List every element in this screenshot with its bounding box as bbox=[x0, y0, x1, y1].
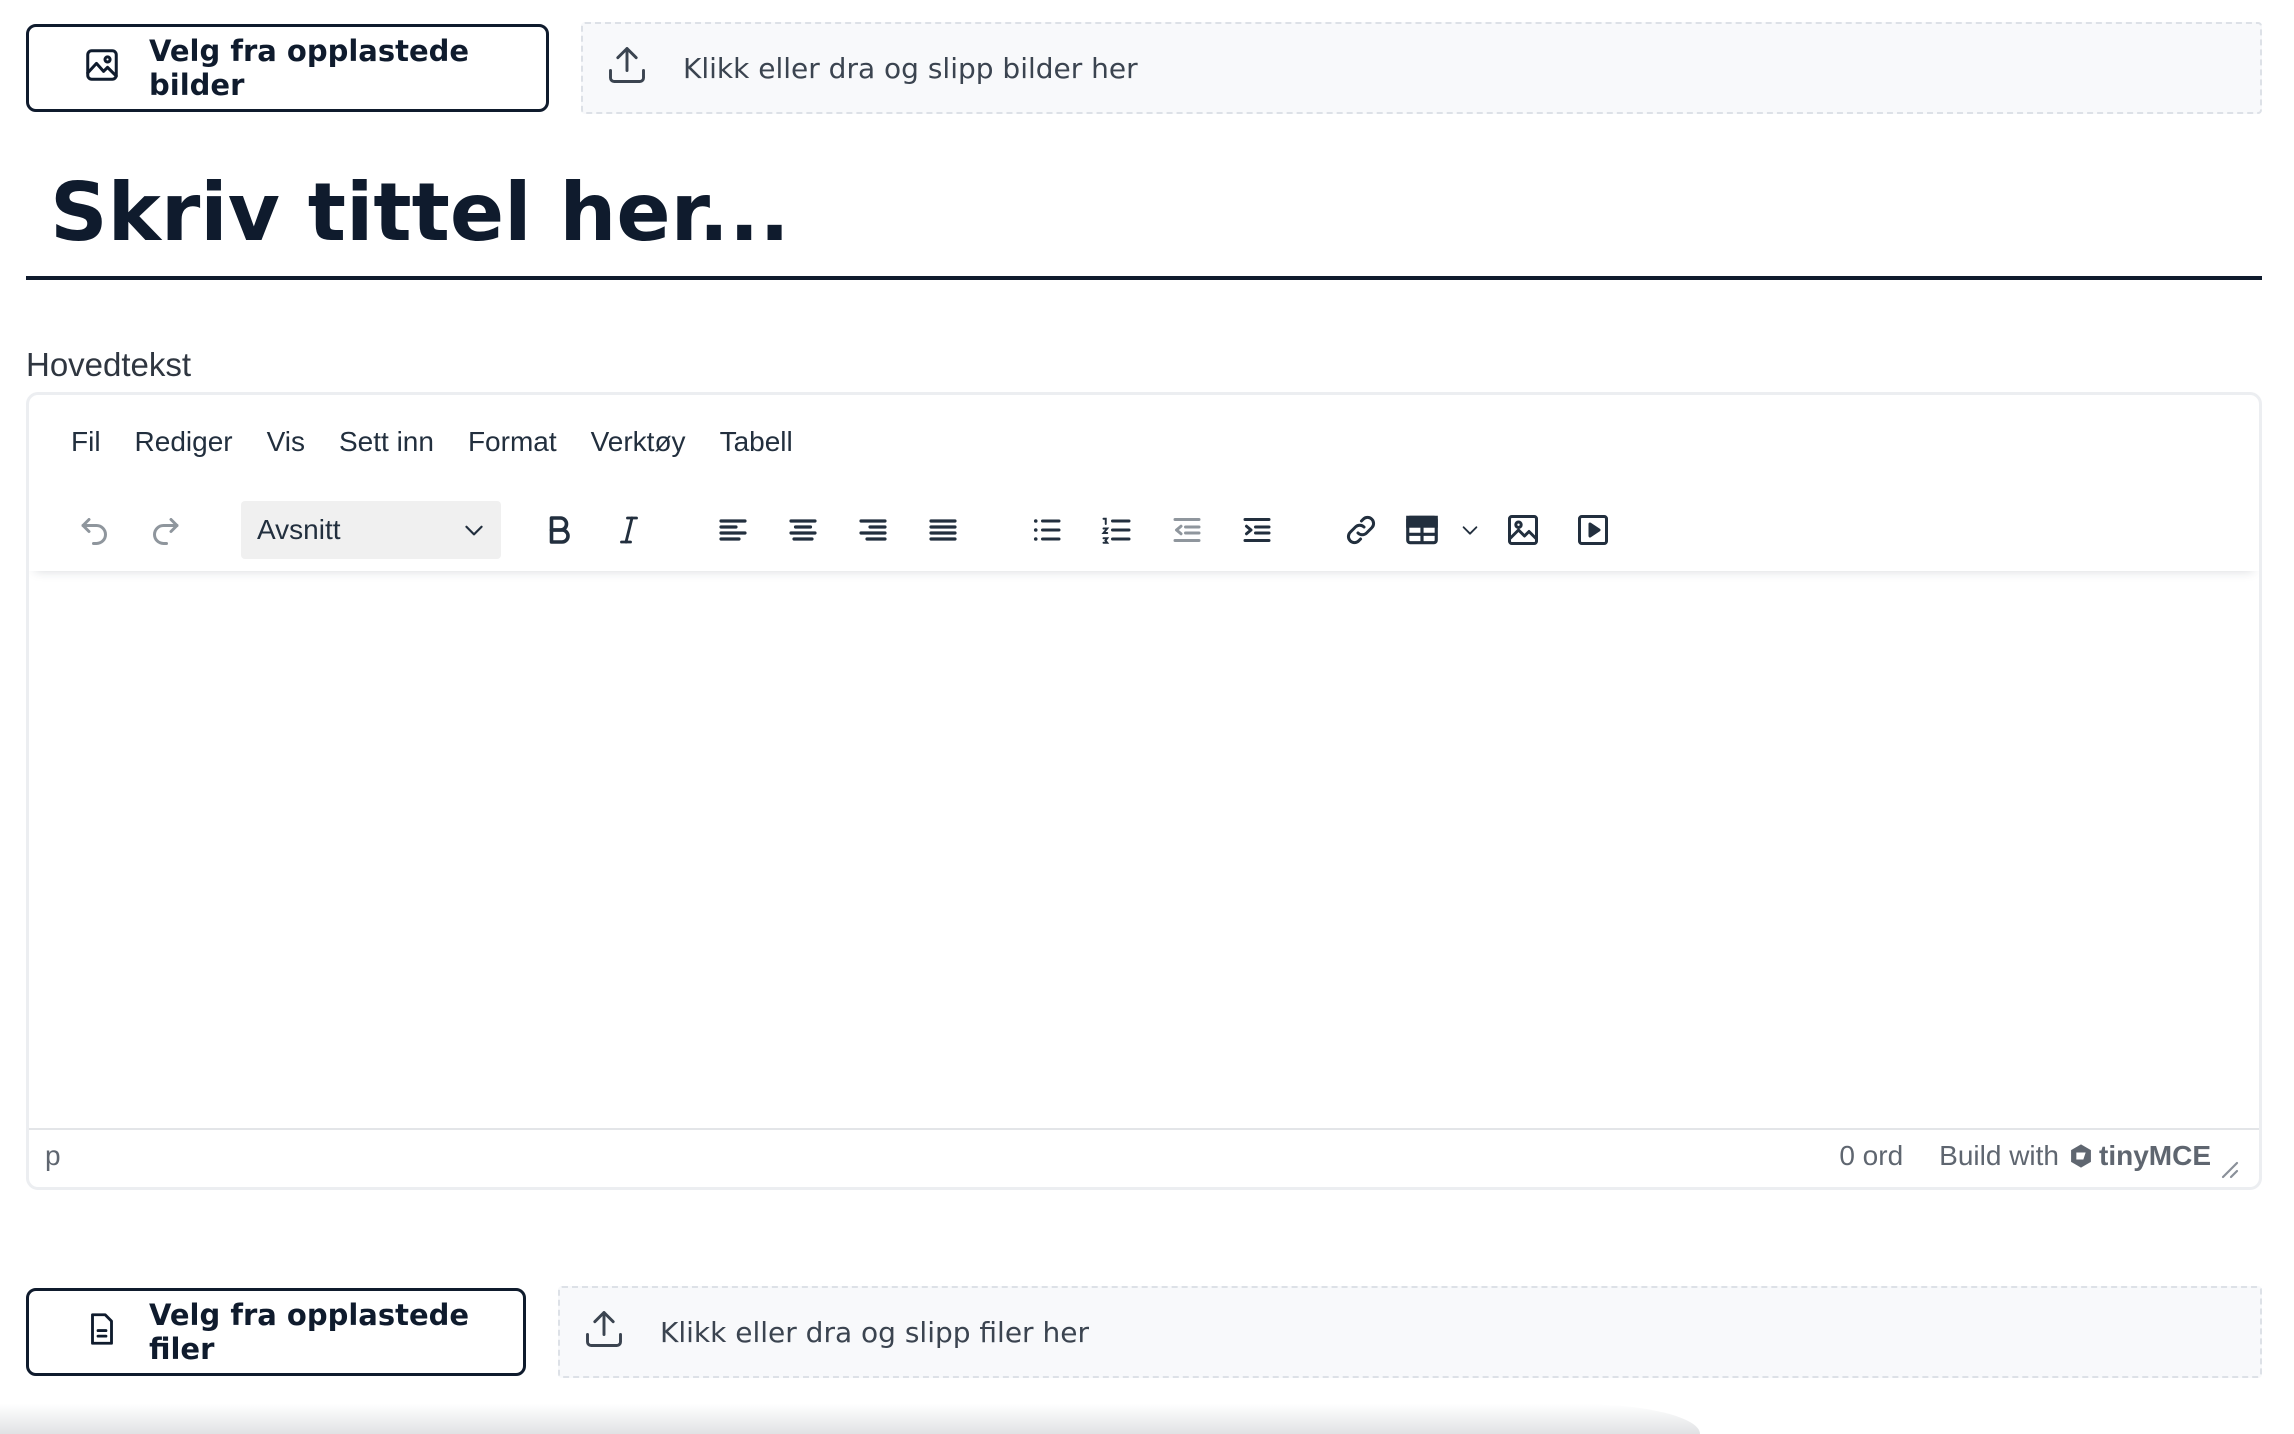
chevron-down-icon bbox=[465, 525, 483, 536]
tinymce-branding-link[interactable]: Build with tinyMCE bbox=[1939, 1140, 2211, 1172]
align-center-button[interactable] bbox=[775, 502, 831, 558]
tinymce-logo-text: tinyMCE bbox=[2099, 1140, 2211, 1171]
indent-button[interactable] bbox=[1229, 502, 1285, 558]
file-dropzone[interactable]: Klikk eller dra og slipp filer her bbox=[558, 1286, 2262, 1378]
insert-link-button[interactable] bbox=[1333, 502, 1389, 558]
word-count[interactable]: 0 ord bbox=[1839, 1140, 1903, 1172]
editor-statusbar: p 0 ord Build with tinyMCE bbox=[29, 1128, 2259, 1182]
outdent-icon bbox=[1173, 518, 1201, 542]
menu-table[interactable]: Tabell bbox=[720, 426, 793, 458]
editor-toolbar: Avsnitt bbox=[29, 489, 2259, 571]
element-path[interactable]: p bbox=[45, 1140, 61, 1172]
align-right-icon bbox=[859, 519, 887, 541]
file-upload-row: Velg fra opplastede filer Klikk eller dr… bbox=[26, 1286, 2262, 1378]
redo-button[interactable] bbox=[137, 502, 193, 558]
italic-button[interactable] bbox=[601, 502, 657, 558]
upload-icon bbox=[605, 43, 649, 94]
align-justify-icon bbox=[929, 519, 957, 541]
insert-table-button[interactable] bbox=[1403, 502, 1481, 558]
numbered-list-button[interactable] bbox=[1089, 502, 1145, 558]
insert-media-button[interactable] bbox=[1565, 502, 1621, 558]
image-dropzone[interactable]: Klikk eller dra og slipp bilder her bbox=[581, 22, 2262, 114]
table-icon bbox=[1403, 511, 1441, 549]
align-left-icon bbox=[719, 519, 747, 541]
insert-image-button[interactable] bbox=[1495, 502, 1551, 558]
align-justify-button[interactable] bbox=[915, 502, 971, 558]
numbered-list-icon bbox=[1101, 517, 1131, 544]
link-icon bbox=[1347, 516, 1375, 544]
image-icon bbox=[1508, 515, 1538, 545]
menu-format[interactable]: Format bbox=[468, 426, 557, 458]
image-icon bbox=[83, 46, 121, 91]
bottom-shadow-decoration bbox=[0, 1404, 1700, 1434]
file-icon bbox=[83, 1310, 121, 1355]
choose-uploaded-files-label: Velg fra opplastede filer bbox=[149, 1298, 470, 1366]
branding-prefix: Build with bbox=[1939, 1140, 2059, 1171]
menu-file[interactable]: Fil bbox=[71, 426, 101, 458]
file-dropzone-text: Klikk eller dra og slipp filer her bbox=[660, 1315, 1089, 1349]
redo-icon bbox=[153, 518, 179, 545]
title-field-wrapper bbox=[26, 150, 2262, 280]
bold-icon bbox=[549, 516, 570, 544]
body-text-label: Hovedtekst bbox=[26, 346, 192, 383]
editor-menubar: Fil Rediger Vis Sett inn Format Verktøy … bbox=[29, 395, 2259, 489]
choose-uploaded-images-button[interactable]: Velg fra opplastede bilder bbox=[26, 24, 549, 112]
block-format-value: Avsnitt bbox=[257, 514, 341, 545]
upload-icon bbox=[582, 1307, 626, 1358]
resize-handle-icon[interactable] bbox=[2219, 1154, 2239, 1179]
bullet-list-button[interactable] bbox=[1019, 502, 1075, 558]
undo-icon bbox=[81, 518, 107, 545]
menu-view[interactable]: Vis bbox=[267, 426, 305, 458]
tinymce-logo: tinyMCE bbox=[2067, 1140, 2211, 1172]
menu-edit[interactable]: Rediger bbox=[135, 426, 233, 458]
indent-icon bbox=[1243, 518, 1271, 542]
image-upload-row: Velg fra opplastede bilder Klikk eller d… bbox=[26, 22, 2262, 114]
image-dropzone-text: Klikk eller dra og slipp bilder her bbox=[683, 51, 1138, 85]
align-right-button[interactable] bbox=[845, 502, 901, 558]
align-center-icon bbox=[789, 519, 817, 541]
italic-icon bbox=[620, 516, 638, 544]
block-format-select[interactable]: Avsnitt bbox=[241, 501, 501, 559]
bullet-list-icon bbox=[1033, 519, 1061, 541]
undo-button[interactable] bbox=[67, 502, 123, 558]
choose-uploaded-files-button[interactable]: Velg fra opplastede filer bbox=[26, 1288, 526, 1376]
title-input[interactable] bbox=[26, 150, 2262, 274]
menu-insert[interactable]: Sett inn bbox=[339, 426, 434, 458]
bold-button[interactable] bbox=[531, 502, 587, 558]
outdent-button[interactable] bbox=[1159, 502, 1215, 558]
tinymce-logo-icon bbox=[2071, 1144, 2091, 1168]
media-play-icon bbox=[1578, 515, 1608, 545]
menu-tools[interactable]: Verktøy bbox=[591, 426, 686, 458]
chevron-down-icon bbox=[1459, 519, 1481, 541]
choose-uploaded-images-label: Velg fra opplastede bilder bbox=[149, 34, 470, 102]
align-left-button[interactable] bbox=[705, 502, 761, 558]
rich-text-editor: Fil Rediger Vis Sett inn Format Verktøy … bbox=[26, 392, 2262, 1190]
editor-content-area[interactable] bbox=[29, 571, 2259, 1128]
